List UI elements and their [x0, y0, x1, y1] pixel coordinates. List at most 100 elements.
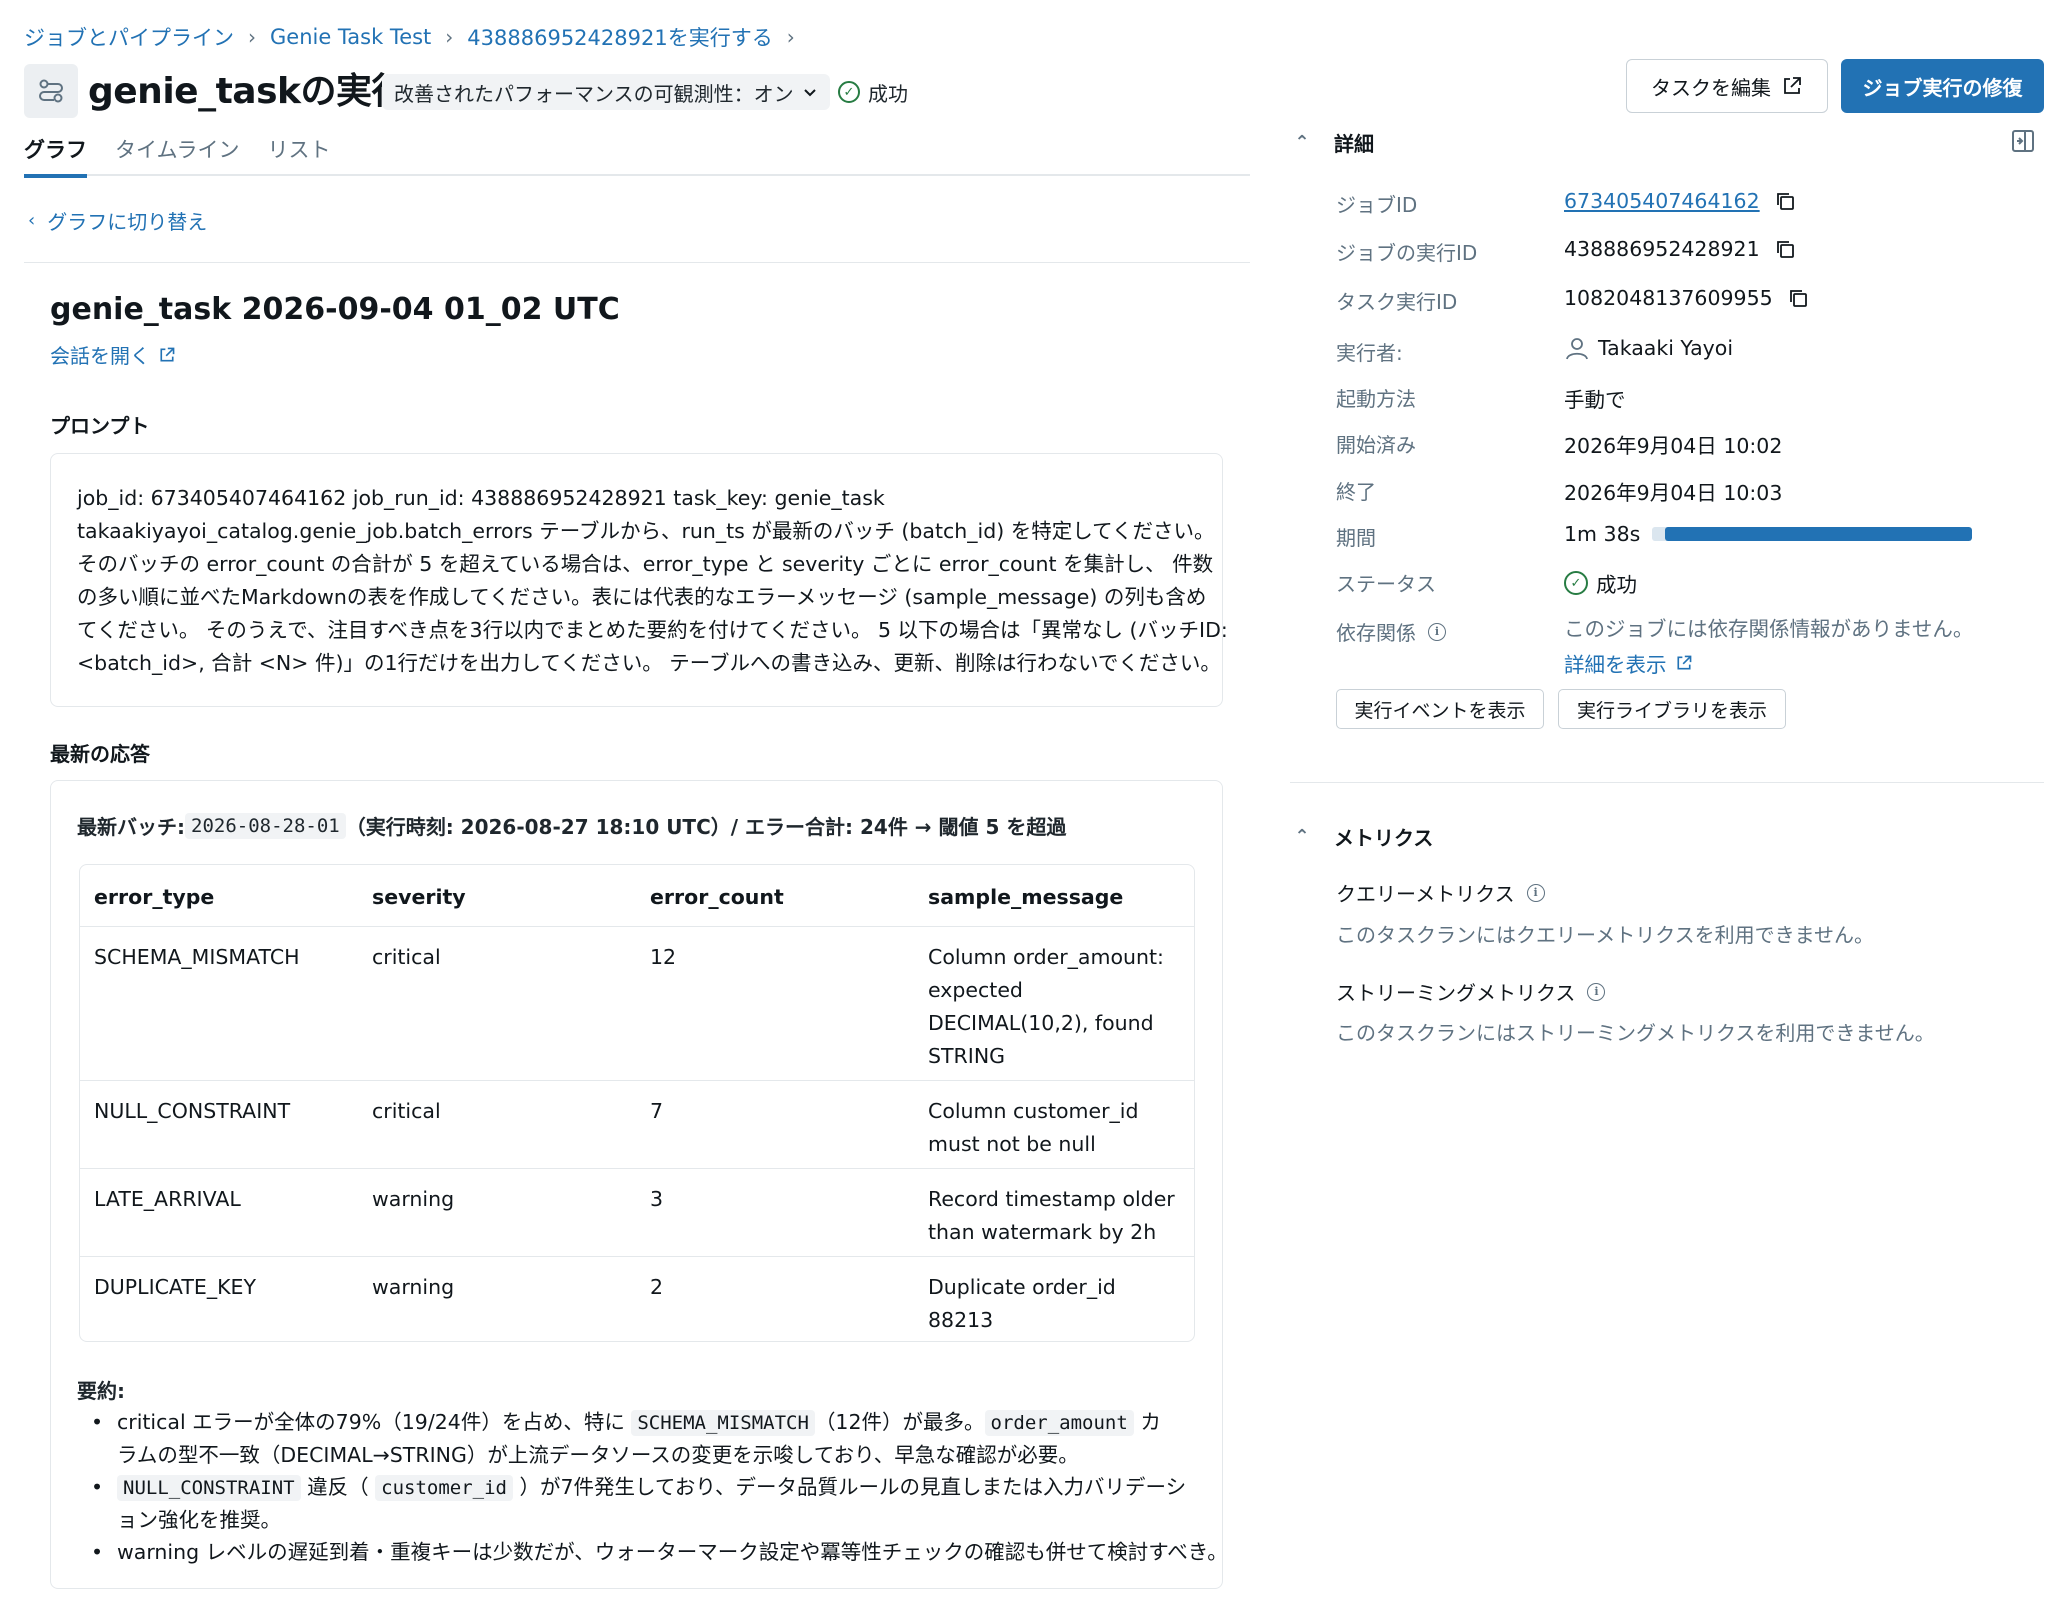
column-header: error_type	[94, 885, 215, 909]
repair-run-button[interactable]: ジョブ実行の修復	[1841, 59, 2044, 113]
detail-key: 期間	[1336, 526, 1376, 550]
switch-to-graph-link[interactable]: ‹ グラフに切り替え	[28, 206, 207, 235]
copy-icon[interactable]	[1774, 190, 1796, 212]
cell-error-count: 7	[650, 1099, 664, 1123]
chevron-right-icon: ›	[445, 25, 454, 49]
bullet-line: ラムの型不一致（DECIMAL→STRING）が上流データソースの変更を示唆して…	[117, 1443, 1079, 1467]
info-icon[interactable]: i	[1587, 982, 1606, 1001]
bullet-text: カ	[1133, 1410, 1161, 1434]
view-run-events-button[interactable]: 実行イベントを表示	[1336, 689, 1544, 729]
query-metrics-text: クエリーメトリクス	[1336, 882, 1515, 906]
prompt-line: の多い順に並べたMarkdownの表を作成してください。表には代表的なエラーメッ…	[77, 585, 1207, 609]
sample-message-line: Duplicate order_id	[928, 1275, 1116, 1299]
metrics-title: メトリクス	[1334, 826, 1434, 850]
streaming-metrics-label: ストリーミングメトリクス i	[1336, 977, 1606, 1006]
table-header-row: error_type severity error_count sample_m…	[80, 865, 1194, 927]
bullet-line: ョン強化を推奨。	[117, 1508, 281, 1532]
cell-sample-message: Column order_amount: expected DECIMAL(10…	[928, 941, 1164, 1073]
table-row: DUPLICATE_KEY warning 2 Duplicate order_…	[80, 1257, 1194, 1341]
bullet-line: critical エラーが全体の79%（19/24件）を占め、特に SCHEMA…	[117, 1406, 1217, 1439]
started-value: 2026年9月04日 10:02	[1564, 434, 1783, 458]
cell-severity: critical	[372, 1099, 441, 1123]
duration-bar	[1652, 527, 1973, 541]
tab-list[interactable]: リスト	[268, 128, 331, 176]
chevron-up-icon: ⌃	[1294, 132, 1310, 153]
list-item: warning レベルの遅延到着・重複キーは少数だが、ウォーターマーク設定や冪等…	[77, 1536, 1228, 1568]
details-section-header[interactable]: ⌃ 詳細	[1292, 128, 1374, 157]
chevron-down-icon	[803, 89, 816, 97]
external-link-icon	[160, 347, 175, 362]
cell-error-type: LATE_ARRIVAL	[94, 1187, 241, 1211]
summary-label: 要約:	[77, 1379, 125, 1403]
response-card: 最新バッチ: 2026-08-28-01 （実行時刻: 2026-08-27 1…	[50, 780, 1228, 1589]
breadcrumb-jobs[interactable]: ジョブとパイプライン	[24, 22, 234, 52]
user-icon	[1566, 338, 1588, 360]
performance-observability-toggle[interactable]: 改善されたパフォーマンスの可観測性：オン	[382, 74, 830, 110]
launched-value: 手動で	[1564, 388, 1626, 412]
cell-sample-message: Column customer_id must not be null	[928, 1095, 1139, 1161]
summary-list: critical エラーが全体の79%（19/24件）を占め、特に SCHEMA…	[77, 1406, 1228, 1568]
prompt-line: <batch_id>, 合計 <N> 件)」の1行だけを出力してください。 テー…	[77, 651, 1221, 675]
details-title: 詳細	[1334, 132, 1374, 156]
run-status-text: 成功	[868, 81, 908, 106]
sample-message-line: 88213	[928, 1308, 994, 1332]
tab-timeline[interactable]: タイムライン	[115, 128, 240, 176]
dependencies-label: 依存関係	[1336, 621, 1416, 645]
view-details-link[interactable]: 詳細を表示	[1564, 648, 1693, 678]
open-conversation-link[interactable]: 会話を開く	[50, 340, 176, 369]
dependencies-key: 依存関係 i	[1336, 617, 1446, 646]
external-link-icon	[1676, 655, 1691, 670]
detail-key: 起動方法	[1336, 387, 1416, 411]
check-circle-icon: ✓	[1564, 571, 1588, 595]
run-status-badge: ✓ 成功	[838, 74, 908, 110]
prompt-label: プロンプト	[50, 414, 150, 438]
sample-message-line: Record timestamp older	[928, 1187, 1175, 1211]
sample-message-line: expected	[928, 978, 1023, 1002]
view-run-libraries-button[interactable]: 実行ライブラリを表示	[1558, 689, 1786, 729]
switch-to-graph-label: グラフに切り替え	[47, 210, 208, 234]
tab-graph[interactable]: グラフ	[24, 128, 87, 178]
breadcrumb-run[interactable]: 438886952428921を実行する	[467, 22, 772, 52]
view-tabs: グラフ タイムライン リスト	[24, 128, 1250, 178]
edit-task-button[interactable]: タスクを編集	[1626, 59, 1828, 113]
detail-key: 実行者:	[1336, 341, 1403, 365]
check-circle-icon: ✓	[838, 81, 860, 103]
inline-code: order_amount	[984, 1410, 1134, 1436]
copy-icon[interactable]	[1774, 238, 1796, 260]
column-header: severity	[372, 885, 466, 909]
job-id-link[interactable]: 673405407464162	[1564, 189, 1760, 213]
breadcrumb-job[interactable]: Genie Task Test	[270, 25, 431, 49]
job-run-id-text: 438886952428921	[1564, 237, 1760, 261]
collapse-panel-icon[interactable]	[2010, 128, 2036, 158]
dependencies-value: このジョブには依存関係情報がありません。	[1564, 617, 1974, 641]
edit-task-label: タスクを編集	[1651, 75, 1771, 100]
sample-message-line: than watermark by 2h	[928, 1220, 1157, 1244]
error-summary-table: error_type severity error_count sample_m…	[79, 864, 1195, 1342]
sample-message-line: DECIMAL(10,2), found	[928, 1011, 1154, 1035]
run-by-name: Takaaki Yayoi	[1598, 336, 1734, 360]
copy-icon[interactable]	[1787, 287, 1809, 309]
detail-key: 終了	[1336, 480, 1376, 504]
cell-error-count: 3	[650, 1187, 664, 1211]
cell-error-count: 12	[650, 945, 677, 969]
inline-code: NULL_CONSTRAINT	[117, 1475, 301, 1501]
query-metrics-label: クエリーメトリクス i	[1336, 878, 1545, 907]
bullet-text: 違反（	[300, 1475, 376, 1499]
chevron-left-icon: ‹	[28, 210, 36, 231]
bullet-text: （12件）が最多。	[814, 1410, 985, 1434]
prompt-card: job_id: 673405407464162 job_run_id: 4388…	[50, 453, 1228, 707]
bullet-text: ）が7件発生しており、データ品質ルールの見直しまたは入力バリデーシ	[512, 1475, 1187, 1499]
prompt-line: job_id: 673405407464162 job_run_id: 4388…	[77, 486, 885, 510]
divider	[24, 262, 1250, 263]
sample-message-line: Column customer_id	[928, 1099, 1139, 1123]
info-icon[interactable]: i	[1428, 622, 1446, 641]
cell-severity: warning	[372, 1187, 455, 1211]
performance-toggle-label: 改善されたパフォーマンスの可観測性：オン	[394, 81, 794, 106]
list-item: critical エラーが全体の79%（19/24件）を占め、特に SCHEMA…	[77, 1406, 1217, 1471]
cell-sample-message: Duplicate order_id 88213	[928, 1271, 1116, 1337]
metrics-section-header[interactable]: ⌃ メトリクス	[1292, 822, 1433, 851]
info-icon[interactable]: i	[1526, 883, 1545, 902]
list-item: NULL_CONSTRAINT 違反（ customer_id ）が7件発生して…	[77, 1471, 1217, 1536]
chevron-up-icon: ⌃	[1294, 826, 1310, 847]
duration-text: 1m 38s	[1564, 522, 1641, 546]
